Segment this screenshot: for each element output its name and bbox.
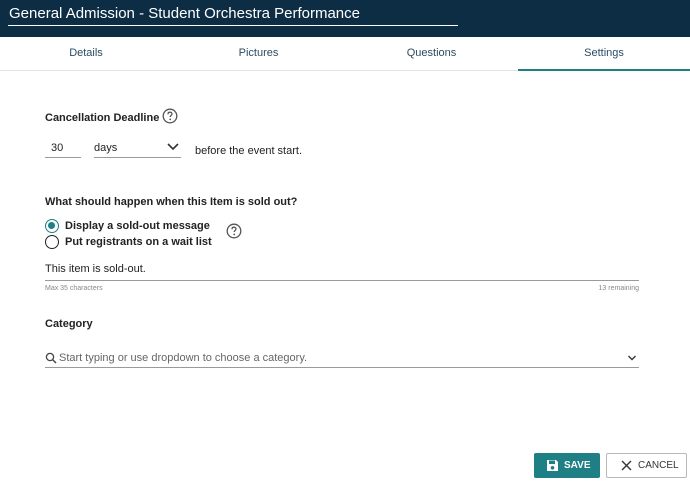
max-characters-hint: Max 35 characters xyxy=(45,285,103,292)
cancellation-deadline-label: Cancellation Deadline xyxy=(45,112,160,124)
event-title-input[interactable]: General Admission - Student Orchestra Pe… xyxy=(8,4,458,26)
radio-button-unchecked[interactable] xyxy=(45,235,59,249)
tab-details[interactable]: Details xyxy=(0,37,172,71)
close-icon xyxy=(621,460,632,471)
chevron-down-icon xyxy=(167,143,179,151)
radio-wait-list[interactable]: Put registrants on a wait list xyxy=(45,235,212,249)
category-placeholder: Start typing or use dropdown to choose a… xyxy=(59,352,308,364)
tab-questions[interactable]: Questions xyxy=(345,37,518,71)
chevron-down-icon[interactable] xyxy=(627,354,637,362)
question-circle-icon[interactable] xyxy=(162,108,178,124)
category-search-input[interactable]: Start typing or use dropdown to choose a… xyxy=(45,350,639,368)
sold-out-question: What should happen when this Item is sol… xyxy=(45,196,298,208)
floppy-disk-icon xyxy=(547,460,558,471)
tab-bar: Details Pictures Questions Settings xyxy=(0,37,690,71)
sold-out-message-input[interactable]: This item is sold-out. xyxy=(45,262,639,281)
tab-pictures[interactable]: Pictures xyxy=(172,37,345,71)
deadline-suffix-text: before the event start. xyxy=(195,145,303,157)
radio-button-checked[interactable] xyxy=(45,219,59,233)
deadline-unit-select[interactable]: days xyxy=(94,140,181,158)
save-button[interactable]: SAVE xyxy=(534,453,600,478)
search-icon xyxy=(45,352,57,364)
cancel-button-label: CANCEL xyxy=(638,460,679,471)
radio-label: Display a sold-out message xyxy=(65,220,210,232)
save-button-label: SAVE xyxy=(564,460,591,471)
radio-label: Put registrants on a wait list xyxy=(65,236,212,248)
deadline-unit-value: days xyxy=(94,142,118,154)
tab-settings[interactable]: Settings xyxy=(518,37,690,71)
category-label: Category xyxy=(45,318,93,330)
radio-sold-out-message[interactable]: Display a sold-out message xyxy=(45,219,210,233)
question-circle-icon[interactable] xyxy=(226,223,242,239)
characters-remaining-hint: 13 remaining xyxy=(598,285,639,292)
cancel-button[interactable]: CANCEL xyxy=(606,453,687,478)
header-bar: General Admission - Student Orchestra Pe… xyxy=(0,0,690,37)
deadline-amount-input[interactable]: 30 xyxy=(45,140,81,158)
